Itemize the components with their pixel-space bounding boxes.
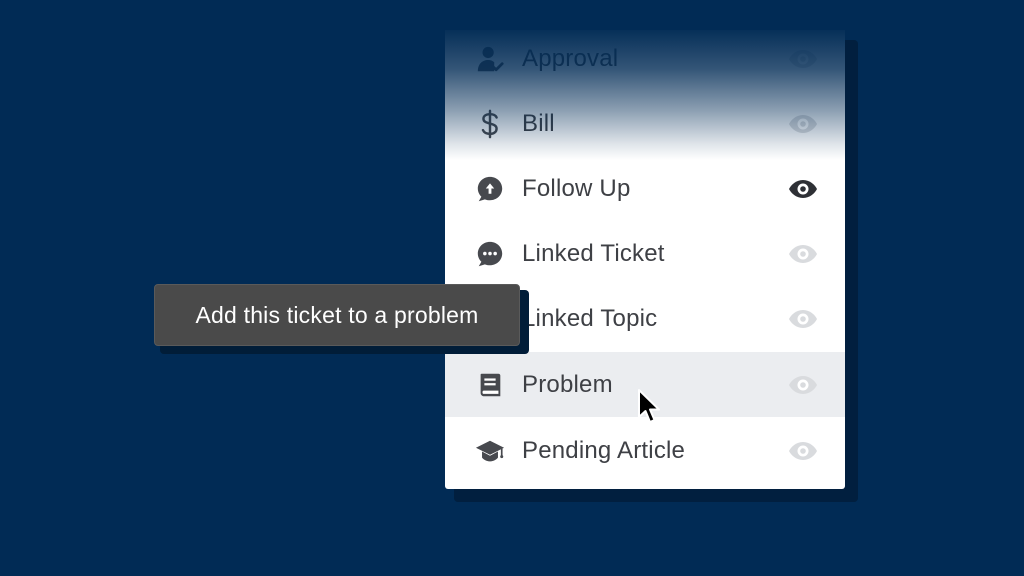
eye-icon[interactable] (788, 244, 818, 264)
eye-icon[interactable] (788, 49, 818, 69)
tooltip: Add this ticket to a problem (154, 284, 520, 346)
menu-item-approval[interactable]: Approval (445, 30, 845, 91)
mouse-cursor-icon (638, 389, 660, 423)
eye-icon[interactable] (788, 375, 818, 395)
graduation-cap-icon (474, 435, 506, 467)
menu-item-label: Linked Topic (522, 304, 658, 332)
menu-item-follow-up[interactable]: Follow Up (445, 156, 845, 221)
menu-item-label: Bill (522, 109, 555, 137)
menu-item-label: Approval (522, 44, 619, 72)
chat-dots-icon (474, 238, 506, 270)
menu-item-pending-article[interactable]: Pending Article (445, 418, 845, 483)
book-icon (474, 369, 506, 401)
dollar-icon (474, 108, 506, 140)
eye-icon[interactable] (788, 179, 818, 199)
menu-item-label: Pending Article (522, 436, 686, 464)
menu-item-bill[interactable]: Bill (445, 91, 845, 156)
follow-up-bubble-icon (474, 173, 506, 205)
eye-icon[interactable] (788, 114, 818, 134)
menu-item-label: Follow Up (522, 174, 631, 202)
person-check-icon (474, 43, 506, 75)
menu-item-label: Problem (522, 370, 613, 398)
eye-icon[interactable] (788, 441, 818, 461)
eye-icon[interactable] (788, 309, 818, 329)
menu-item-linked-ticket[interactable]: Linked Ticket (445, 221, 845, 286)
tooltip-text: Add this ticket to a problem (195, 301, 479, 328)
menu-item-label: Linked Ticket (522, 239, 665, 267)
